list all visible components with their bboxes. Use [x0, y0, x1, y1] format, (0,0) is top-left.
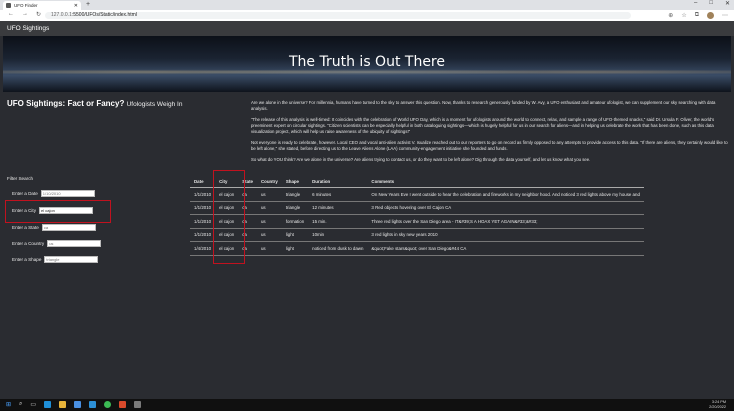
- date-filter-row: Enter a Date: [12, 190, 95, 197]
- windows-taskbar: ⊞ ⌕ ▭ 3:24 PM 2/20/2022: [0, 399, 734, 411]
- back-icon[interactable]: ←: [8, 11, 14, 18]
- country-filter-row: Enter a Country: [12, 240, 102, 247]
- cell-comments: 3 Red objects hovering over El Cajon CA: [367, 201, 644, 215]
- cell-duration: noticed from dusk to dawn: [308, 241, 368, 256]
- app-icon[interactable]: [134, 401, 142, 408]
- header-shape: Shape: [281, 176, 309, 188]
- cell-comments: Three red lights over the San Diego area…: [367, 214, 644, 229]
- url-field[interactable]: 127.0.0.1:5500/UFOs/Static/index.html: [45, 12, 631, 19]
- browser-tab-bar: UFO Finder ✕ + – □ ✕: [0, 0, 734, 10]
- table-row: 1/1/2010 el cajon ca us triangle 12 minutes 3 …: [190, 201, 644, 215]
- profile-avatar[interactable]: [707, 12, 714, 19]
- cell-date: 1/1/2010: [190, 201, 216, 215]
- vscode-icon[interactable]: [89, 401, 97, 408]
- table-row: 1/1/2010 el cajon ca us triangle 6 minutes On …: [190, 187, 644, 202]
- cell-country: us: [256, 228, 282, 242]
- hero-banner: The Truth is Out There: [3, 36, 731, 92]
- cell-country: us: [256, 214, 282, 229]
- file-explorer-icon[interactable]: [59, 401, 67, 408]
- cell-comments: On New Years Eve I went outside to hear …: [367, 187, 644, 202]
- cell-comments: &quot;Fake stars&quot; over San Diego&#4…: [367, 241, 644, 256]
- navbar-brand[interactable]: UFO Sightings: [7, 25, 49, 32]
- country-filter-label: Enter a Country: [12, 241, 45, 246]
- state-filter-row: Enter a State: [12, 224, 96, 231]
- zoom-icon[interactable]: ⊕: [668, 12, 673, 19]
- header-comments: Comments: [367, 176, 644, 188]
- tab-close-icon[interactable]: ✕: [74, 3, 78, 9]
- browser-tab[interactable]: UFO Finder ✕: [3, 1, 81, 10]
- close-window-button[interactable]: ✕: [725, 0, 730, 7]
- taskbar-clock[interactable]: 3:24 PM 2/20/2022: [709, 400, 726, 409]
- edge-icon[interactable]: [44, 401, 52, 408]
- cell-shape: formation: [281, 214, 309, 229]
- menu-icon[interactable]: ⋯: [722, 12, 728, 19]
- cell-date: 1/1/2010: [190, 214, 216, 229]
- hero-title: The Truth is Out There: [289, 54, 445, 70]
- date-filter-input[interactable]: [40, 190, 95, 197]
- cell-country: us: [256, 187, 282, 202]
- reload-icon[interactable]: ↻: [36, 11, 41, 18]
- store-icon[interactable]: [74, 401, 82, 408]
- article-body: Are we alone in the universe? For millen…: [251, 100, 729, 168]
- shape-filter-row: Enter a Shape: [12, 256, 99, 263]
- tab-title: UFO Finder: [14, 3, 38, 8]
- header-country: Country: [256, 176, 282, 188]
- table-row: 1/1/2010 el cajon ca us light 10min 3 red ligh…: [190, 228, 644, 242]
- cell-date: 1/1/2010: [190, 187, 216, 202]
- tab-favicon-icon: [6, 3, 11, 8]
- intro-subtitle: Ufologists Weigh In: [126, 101, 183, 108]
- url-path: :5500/UFOs/Static/index.html: [71, 12, 137, 18]
- cell-duration: 10min: [308, 228, 368, 242]
- table-header-row: Date City State Country Shape Duration C…: [190, 176, 644, 188]
- cell-shape: triangle: [281, 201, 309, 215]
- article-paragraph: "The release of this analysis is well-ti…: [251, 116, 715, 135]
- filter-search-title: Filter Search: [7, 176, 34, 181]
- ufo-table: Date City State Country Shape Duration C…: [190, 176, 644, 256]
- article-paragraph: So what do YOU think? Are we alone in th…: [251, 156, 591, 162]
- cell-date: 1/1/2010: [190, 228, 216, 242]
- new-tab-button[interactable]: +: [86, 1, 90, 8]
- cell-country: us: [256, 241, 282, 256]
- url-host: 127.0.0.1: [51, 12, 72, 18]
- table-row: 1/1/2010 el cajon ca us formation 15 min. Thre…: [190, 214, 644, 229]
- minimize-button[interactable]: –: [694, 0, 697, 7]
- shape-filter-label: Enter a Shape: [12, 257, 42, 262]
- city-filter-highlight-box: [5, 200, 111, 223]
- cell-country: us: [256, 201, 282, 215]
- task-view-icon[interactable]: ▭: [30, 401, 36, 408]
- windows-icon[interactable]: ⊞: [6, 401, 11, 408]
- cell-duration: 6 minutes: [308, 187, 368, 202]
- state-filter-label: Enter a State: [12, 225, 39, 230]
- cell-duration: 12 minutes: [308, 201, 368, 215]
- clock-date: 2/20/2022: [709, 404, 726, 409]
- search-icon[interactable]: ⌕: [19, 401, 22, 408]
- teams-icon[interactable]: [119, 401, 127, 408]
- cell-shape: light: [281, 241, 309, 256]
- cell-date: 1/4/2010: [190, 241, 216, 256]
- favorites-icon[interactable]: ☆: [681, 12, 686, 19]
- cell-shape: light: [281, 228, 309, 242]
- country-filter-input[interactable]: [47, 240, 102, 247]
- extensions-icon[interactable]: ⧉: [695, 12, 699, 19]
- chrome-icon[interactable]: [104, 401, 112, 408]
- intro-title: UFO Sightings: Fact or Fancy?: [7, 99, 125, 108]
- cell-comments: 3 red lights in sky new years 2010: [367, 228, 644, 242]
- cell-shape: triangle: [281, 187, 309, 202]
- shape-filter-input[interactable]: [44, 256, 99, 263]
- header-duration: Duration: [308, 176, 368, 188]
- article-paragraph: Are we alone in the universe? For millen…: [251, 100, 716, 112]
- navbar: UFO Sightings: [0, 21, 734, 36]
- intro-heading: UFO Sightings: Fact or Fancy? Ufologists…: [7, 99, 182, 108]
- date-filter-label: Enter a Date: [12, 191, 38, 196]
- maximize-button[interactable]: □: [709, 0, 713, 7]
- clock-time: 3:24 PM: [711, 400, 726, 404]
- forward-icon[interactable]: →: [22, 11, 28, 18]
- cell-duration: 15 min.: [308, 214, 368, 229]
- article-paragraph: Not everyone is ready to celebrate, howe…: [251, 140, 728, 152]
- city-column-highlight-box: [213, 170, 245, 264]
- table-row: 1/4/2010 el cajon ca us light noticed from du…: [190, 241, 644, 256]
- state-filter-input[interactable]: [41, 224, 96, 231]
- header-date: Date: [190, 176, 216, 188]
